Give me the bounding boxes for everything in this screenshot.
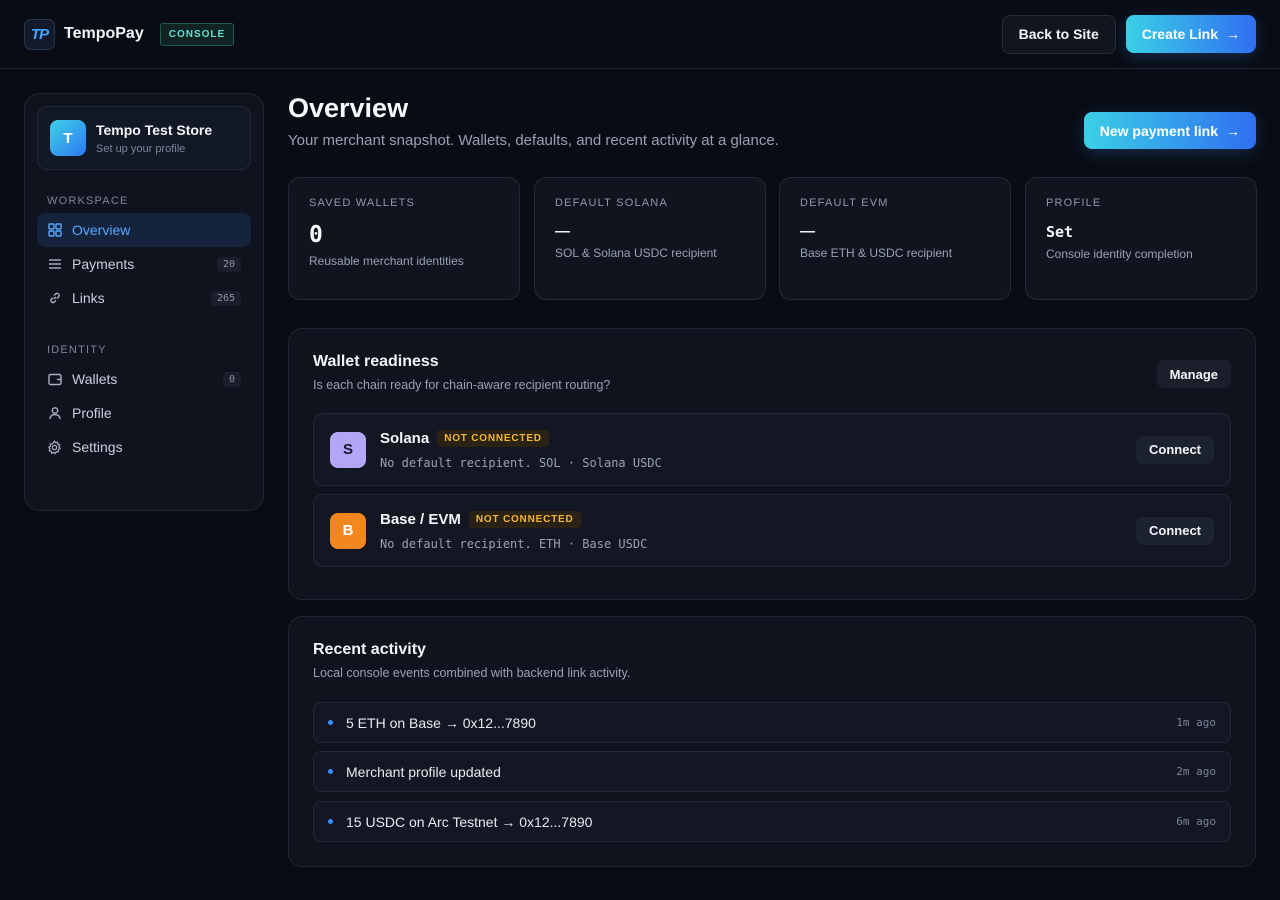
create-link-button[interactable]: Create Link → [1125, 15, 1256, 53]
arrow-right-icon: → [1226, 122, 1240, 139]
panel-subtitle: Local console events combined with backe… [313, 666, 631, 680]
panel-subtitle: Is each chain ready for chain-aware reci… [313, 378, 611, 392]
link-icon [47, 291, 62, 306]
sidebar-item-payments[interactable]: Payments 20 [37, 247, 251, 281]
new-payment-link-button[interactable]: New payment link → [1083, 112, 1256, 149]
console-badge: CONSOLE [159, 22, 235, 46]
list-icon [47, 257, 62, 272]
stat-label: PROFILE [1046, 197, 1102, 209]
store-subtitle: Set up your profile [96, 142, 186, 155]
wallet-row-solana: S Solana NOT CONNECTED No default recipi… [313, 413, 1231, 486]
stat-value: 0 [309, 222, 323, 248]
stat-value: Set [1046, 223, 1074, 241]
panel-title: Recent activity [313, 641, 426, 658]
stat-desc: Reusable merchant identities [309, 254, 464, 268]
store-name: Tempo Test Store [96, 121, 213, 138]
stats-row: SAVED WALLETS 0 Reusable merchant identi… [288, 177, 1257, 300]
sidebar: T Tempo Test Store Set up your profile W… [24, 93, 264, 511]
sidebar-item-label: Overview [72, 222, 131, 238]
activity-item[interactable]: 5 ETH on Base → 0x12...7890 1m ago [313, 702, 1231, 743]
manage-button[interactable]: Manage [1156, 360, 1231, 388]
sidebar-item-wallets[interactable]: Wallets 0 [37, 362, 251, 396]
connect-solana-button[interactable]: Connect [1136, 435, 1214, 464]
chain-name: Base / EVM [380, 510, 461, 528]
grid-icon [47, 223, 62, 238]
section-workspace: WORKSPACE [47, 195, 129, 207]
activity-time: 1m ago [1176, 716, 1216, 729]
activity-dot-icon [328, 819, 333, 824]
store-avatar: T [50, 120, 86, 156]
panel-title: Wallet readiness [313, 353, 439, 370]
activity-time: 6m ago [1176, 815, 1216, 828]
chain-desc: No default recipient. ETH · Base USDC [380, 536, 648, 551]
activity-dot-icon [328, 769, 333, 774]
store-card[interactable]: T Tempo Test Store Set up your profile [37, 106, 251, 170]
chain-name: Solana [380, 429, 430, 447]
chain-desc: No default recipient. SOL · Solana USDC [380, 455, 662, 470]
sidebar-item-overview[interactable]: Overview [37, 213, 251, 247]
activity-text: Merchant profile updated [346, 763, 501, 780]
section-identity: IDENTITY [47, 344, 107, 356]
wallet-readiness-panel: Wallet readiness Is each chain ready for… [288, 328, 1256, 600]
stat-default-solana: DEFAULT SOLANA — SOL & Solana USDC recip… [534, 177, 766, 300]
solana-icon: S [330, 431, 366, 468]
connect-base-button[interactable]: Connect [1136, 516, 1214, 545]
payments-count: 20 [216, 256, 241, 272]
main-content: Overview Your merchant snapshot. Wallets… [288, 93, 1257, 867]
user-icon [47, 406, 62, 421]
stat-label: SAVED WALLETS [309, 197, 416, 209]
sidebar-item-profile[interactable]: Profile [37, 396, 251, 430]
stat-value: — [555, 223, 570, 240]
stat-label: DEFAULT EVM [800, 197, 889, 209]
sidebar-item-label: Settings [72, 439, 123, 455]
stat-saved-wallets: SAVED WALLETS 0 Reusable merchant identi… [288, 177, 520, 300]
sidebar-item-label: Wallets [72, 371, 118, 387]
wallets-count: 0 [222, 371, 241, 387]
links-count: 265 [210, 290, 241, 306]
back-to-site-button[interactable]: Back to Site [1001, 14, 1116, 54]
arrow-right-icon: → [1226, 26, 1240, 42]
sidebar-item-label: Payments [72, 256, 135, 272]
gear-icon [47, 439, 62, 455]
activity-item[interactable]: 15 USDC on Arc Testnet → 0x12...7890 6m … [313, 801, 1231, 842]
sidebar-item-settings[interactable]: Settings [37, 430, 251, 464]
create-link-label: Create Link [1141, 26, 1218, 42]
status-badge: NOT CONNECTED [468, 510, 581, 528]
activity-time: 2m ago [1176, 765, 1216, 778]
sidebar-item-links[interactable]: Links 265 [37, 281, 251, 315]
sidebar-item-label: Links [72, 290, 105, 306]
activity-text: 5 ETH on Base → 0x12...7890 [346, 714, 536, 731]
stat-default-evm: DEFAULT EVM — Base ETH & USDC recipient [779, 177, 1011, 300]
base-icon: B [330, 512, 366, 549]
tempopay-logo[interactable]: TP [24, 18, 55, 50]
top-bar: TP TempoPay CONSOLE Back to Site Create … [0, 0, 1280, 69]
stat-desc: Base ETH & USDC recipient [800, 246, 953, 260]
activity-dot-icon [328, 720, 333, 725]
status-badge: NOT CONNECTED [437, 429, 549, 447]
wallet-icon [47, 372, 62, 387]
new-payment-link-label: New payment link [1099, 122, 1218, 139]
stat-profile: PROFILE Set Console identity completion [1025, 177, 1257, 300]
recent-activity-panel: Recent activity Local console events com… [288, 616, 1256, 867]
stat-label: DEFAULT SOLANA [555, 197, 668, 209]
brand-name: TempoPay [64, 25, 144, 42]
stat-desc: SOL & Solana USDC recipient [555, 246, 717, 260]
sidebar-item-label: Profile [72, 405, 112, 421]
stat-value: — [800, 223, 815, 240]
activity-text: 15 USDC on Arc Testnet → 0x12...7890 [346, 813, 593, 830]
wallet-row-base-evm: B Base / EVM NOT CONNECTED No default re… [313, 494, 1231, 567]
stat-desc: Console identity completion [1046, 247, 1193, 261]
activity-item[interactable]: Merchant profile updated 2m ago [313, 751, 1231, 792]
